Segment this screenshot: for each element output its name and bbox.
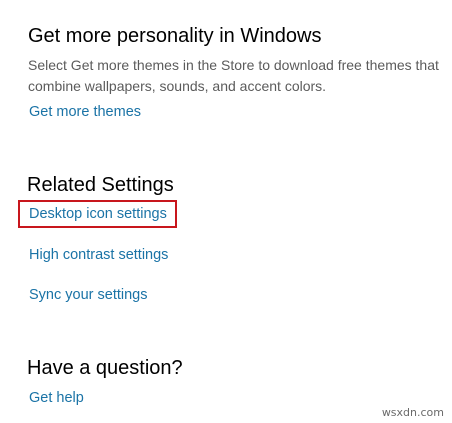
personality-section-title: Get more personality in Windows xyxy=(28,25,322,47)
get-help-link[interactable]: Get help xyxy=(29,388,84,408)
get-more-themes-link[interactable]: Get more themes xyxy=(29,102,141,122)
question-section-title: Have a question? xyxy=(27,357,183,379)
personality-section-description: Select Get more themes in the Store to d… xyxy=(28,57,439,94)
desktop-icon-settings-link[interactable]: Desktop icon settings xyxy=(29,204,167,224)
high-contrast-settings-link[interactable]: High contrast settings xyxy=(29,245,168,265)
related-settings-title: Related Settings xyxy=(27,174,174,196)
sync-your-settings-link[interactable]: Sync your settings xyxy=(29,285,147,305)
watermark-text: wsxdn.com xyxy=(381,406,444,419)
